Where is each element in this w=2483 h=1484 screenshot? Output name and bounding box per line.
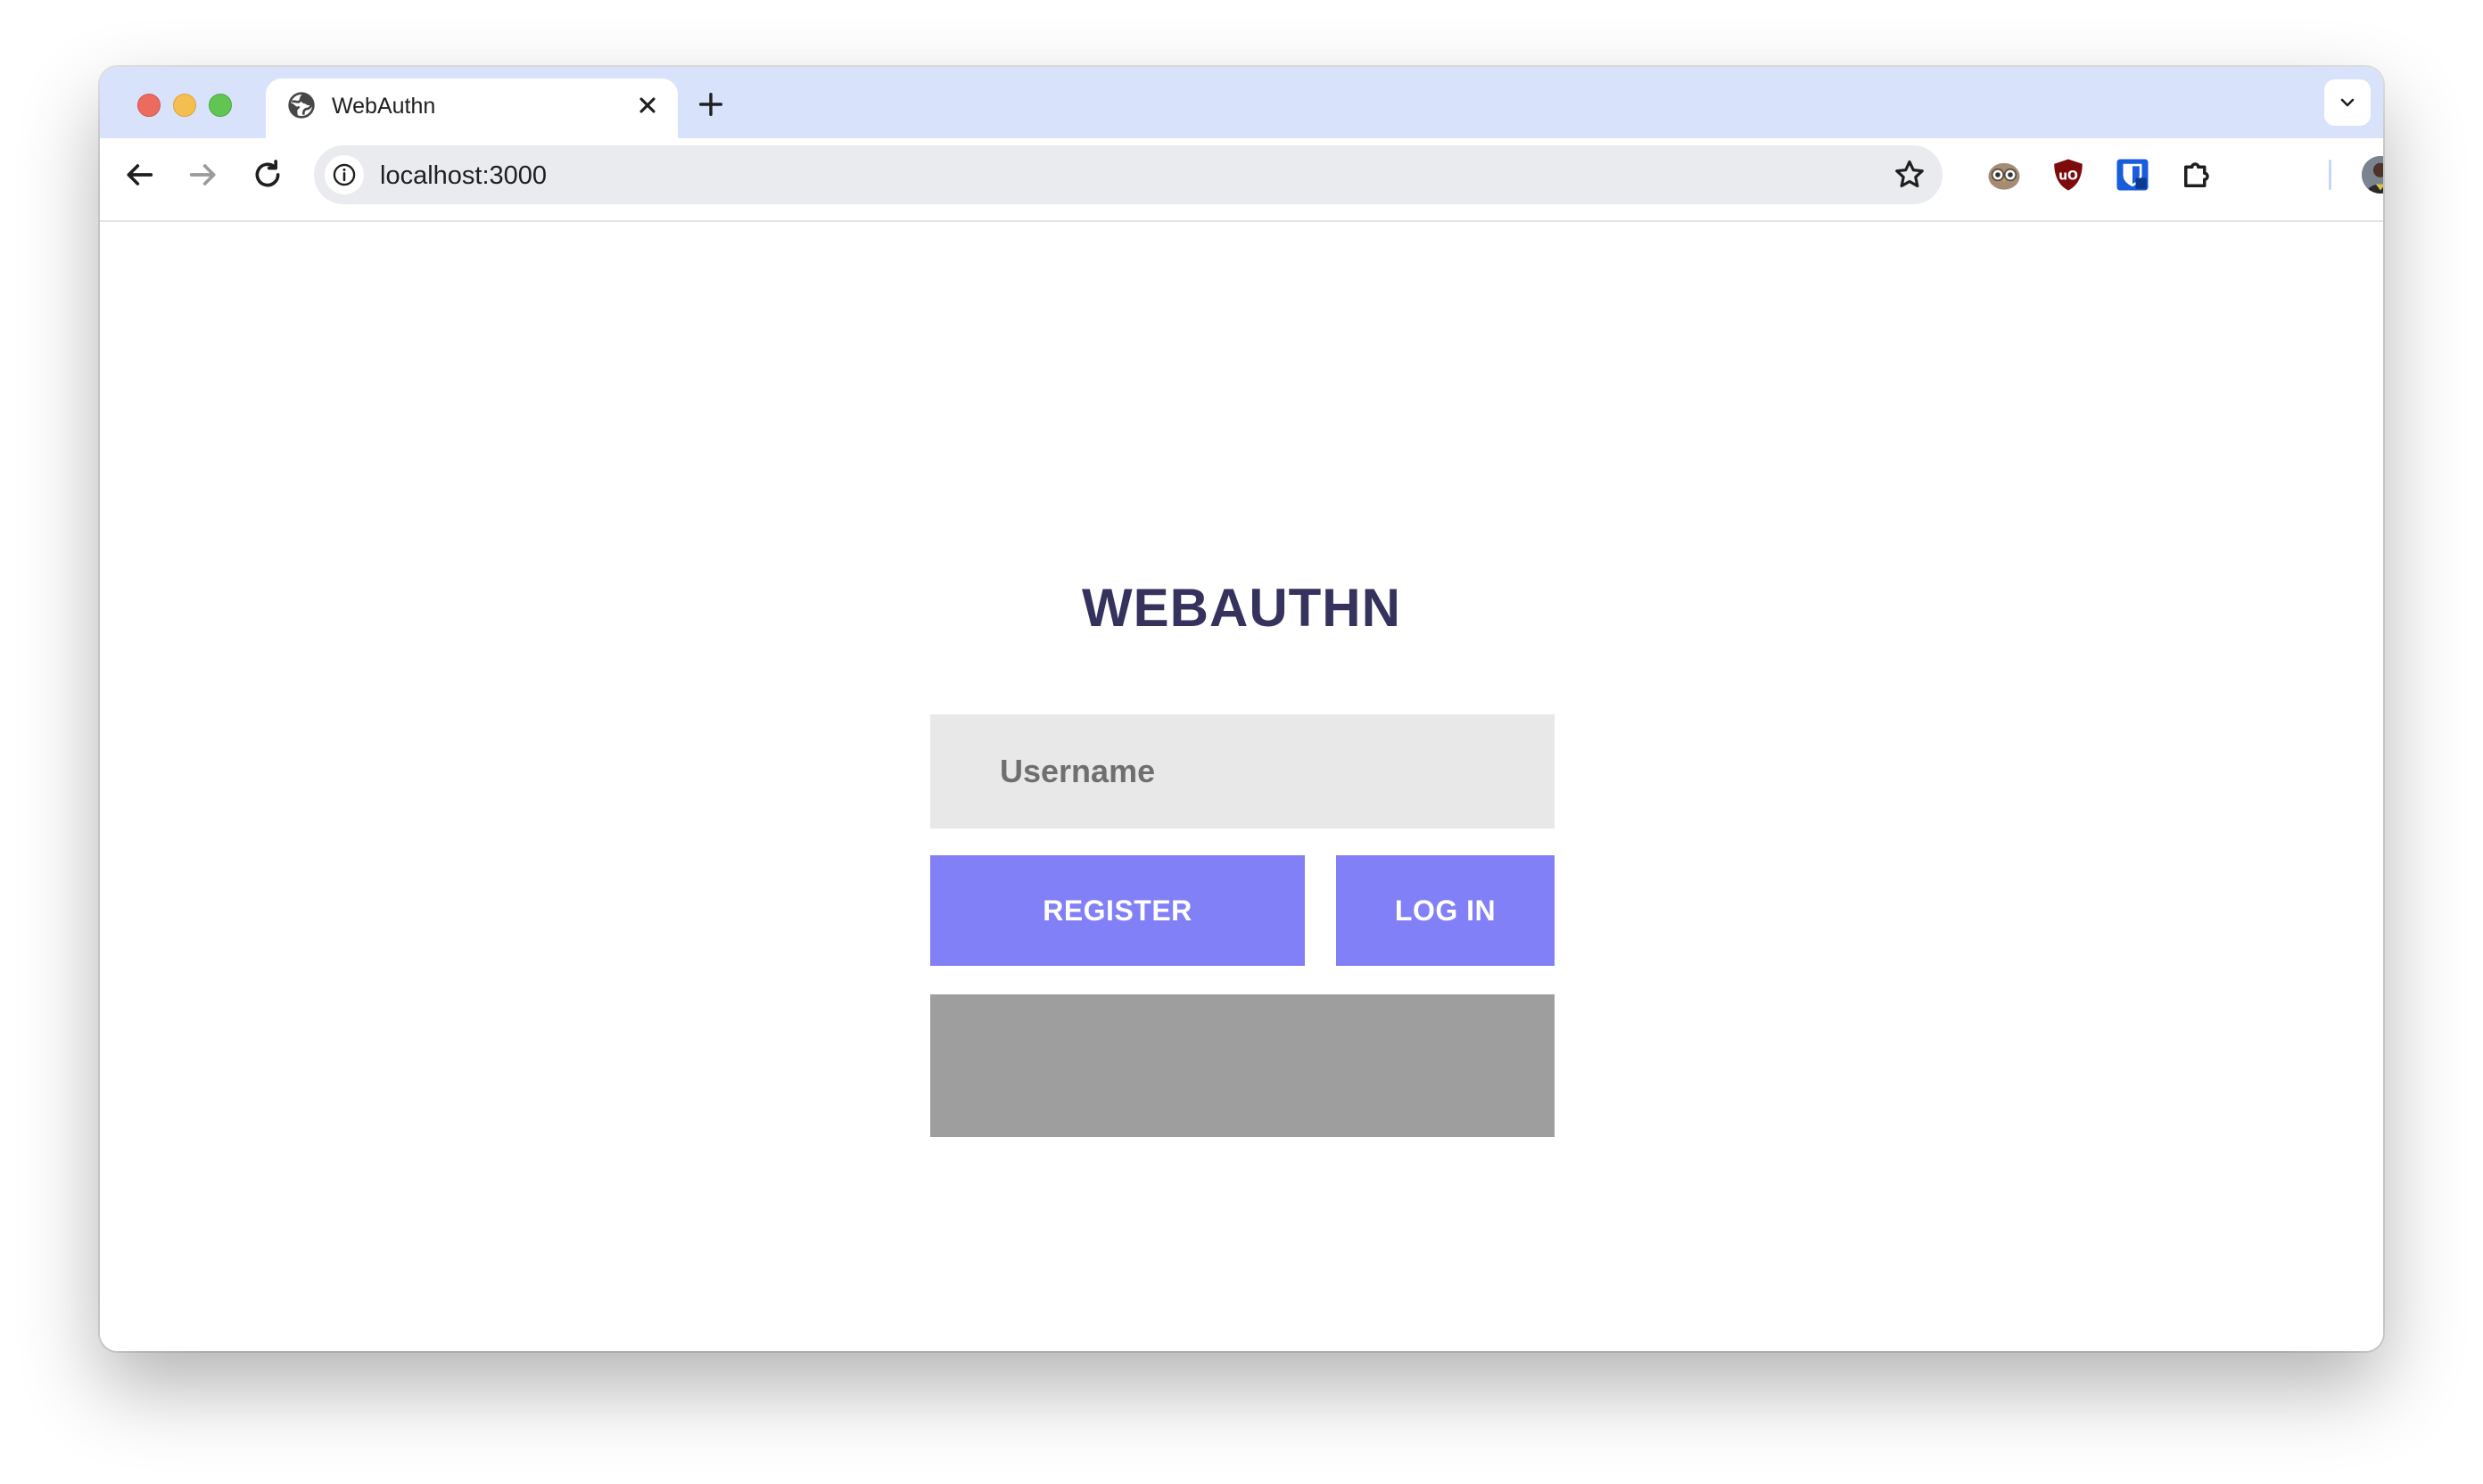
arrow-left-icon bbox=[127, 164, 153, 186]
reload-icon bbox=[255, 160, 280, 187]
tab-title: WebAuthn bbox=[332, 94, 436, 119]
login-button[interactable]: LOG IN bbox=[1336, 855, 1555, 966]
info-icon bbox=[333, 163, 356, 186]
page-content: WEBAUTHN REGISTER LOG IN bbox=[100, 222, 2383, 1351]
close-icon[interactable] bbox=[635, 93, 660, 118]
back-button[interactable] bbox=[121, 157, 157, 193]
plus-icon[interactable] bbox=[696, 89, 726, 120]
ublock-shield-icon[interactable]: uO bbox=[2050, 156, 2087, 194]
status-message-box bbox=[930, 994, 1555, 1137]
globe-icon bbox=[288, 92, 315, 119]
svg-text:uO: uO bbox=[2058, 169, 2078, 183]
close-window-button[interactable] bbox=[137, 94, 161, 117]
owl-extension-icon[interactable] bbox=[1985, 156, 2023, 194]
username-input[interactable] bbox=[930, 714, 1555, 829]
tab-strip: WebAuthn bbox=[100, 67, 2383, 138]
register-button[interactable]: REGISTER bbox=[930, 855, 1305, 966]
reload-button[interactable] bbox=[250, 157, 285, 193]
minimize-window-button[interactable] bbox=[173, 94, 196, 117]
maximize-window-button[interactable] bbox=[209, 94, 232, 117]
tab-webauthn[interactable]: WebAuthn bbox=[266, 78, 678, 138]
chevron-down-icon bbox=[2340, 98, 2355, 107]
page-title: WEBAUTHN bbox=[1082, 578, 1401, 638]
address-bar[interactable]: localhost:3000 bbox=[314, 145, 1943, 204]
bitwarden-icon[interactable] bbox=[2114, 156, 2151, 194]
toolbar-divider bbox=[2329, 160, 2331, 190]
arrow-right-icon bbox=[189, 164, 216, 186]
site-info-button[interactable] bbox=[325, 155, 364, 194]
star-icon[interactable] bbox=[1893, 158, 1926, 192]
puzzle-piece-icon[interactable] bbox=[2178, 156, 2215, 194]
browser-window: WebAuthn localhost:3000 uO WEBAUTHN User… bbox=[100, 67, 2383, 1351]
forward-button[interactable] bbox=[186, 157, 221, 193]
tab-search-button[interactable] bbox=[2324, 79, 2371, 126]
address-bar-url: localhost:3000 bbox=[380, 161, 548, 190]
